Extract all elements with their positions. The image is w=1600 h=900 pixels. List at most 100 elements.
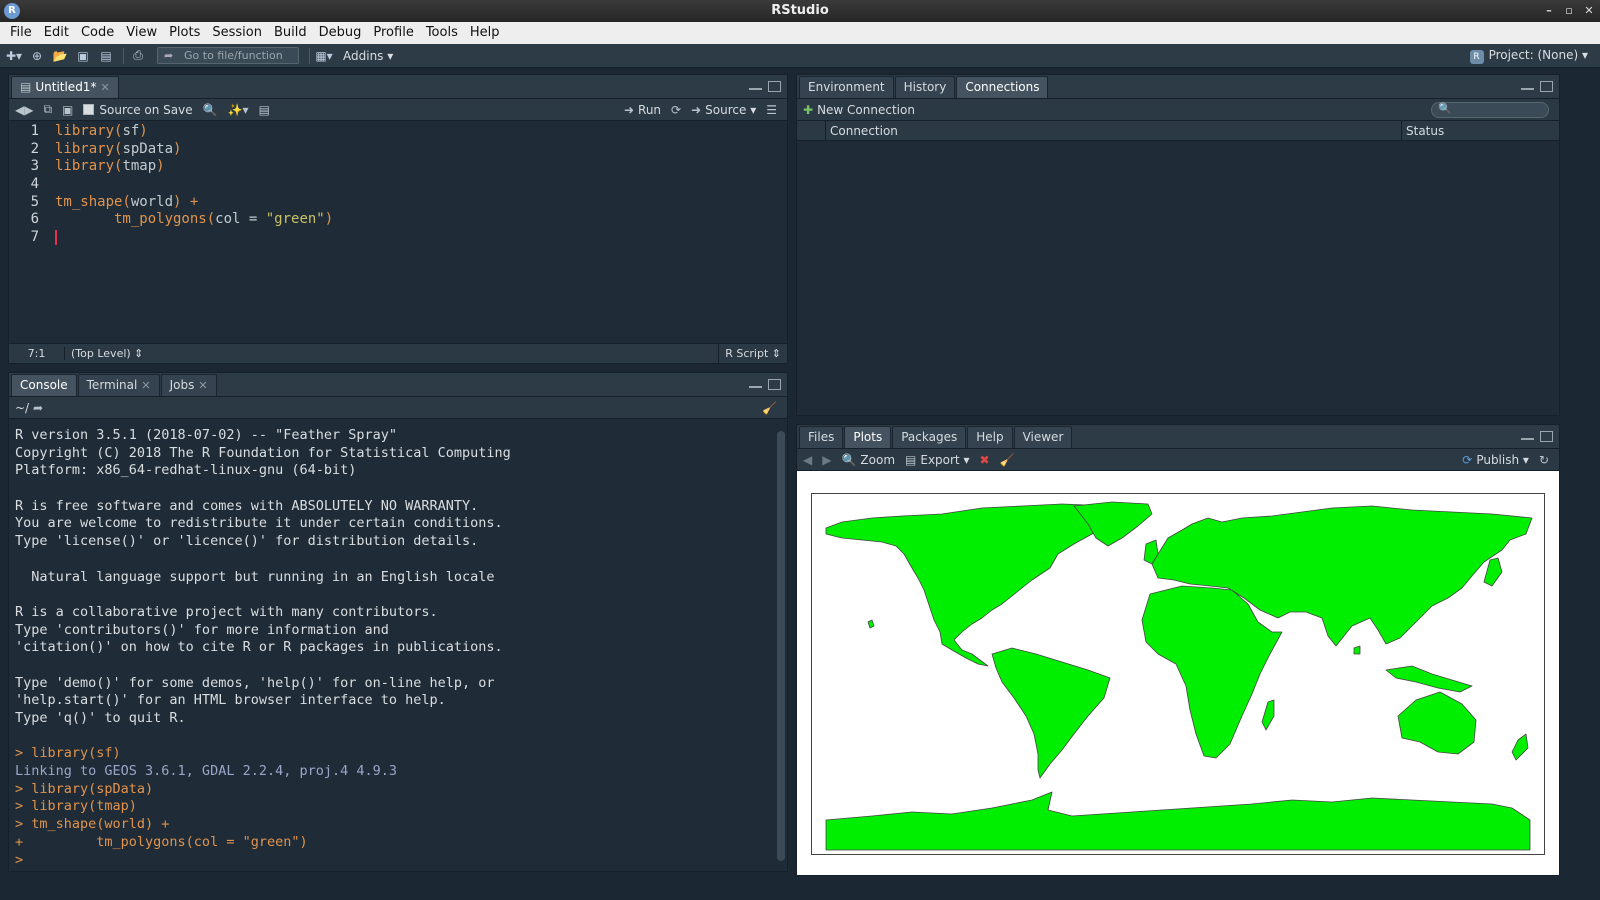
tab-plots[interactable]: Plots <box>844 426 892 448</box>
menu-plots[interactable]: Plots <box>163 22 206 44</box>
compile-report-icon[interactable]: ▤ <box>259 103 270 117</box>
tab-history[interactable]: History <box>894 76 956 98</box>
menu-code[interactable]: Code <box>75 22 120 44</box>
tab-console[interactable]: Console <box>11 374 77 396</box>
close-tab-icon[interactable]: ✕ <box>141 379 150 392</box>
console-output[interactable]: R version 3.5.1 (2018-07-02) -- "Feather… <box>9 419 773 871</box>
code-line[interactable]: 4 <box>9 176 787 194</box>
print-icon[interactable]: ⎙ <box>128 47 148 65</box>
clear-console-icon[interactable]: 🧹 <box>762 401 777 415</box>
minimize-pane-icon[interactable] <box>1521 431 1534 440</box>
code-line[interactable]: 3 library(tmap) <box>9 158 787 176</box>
new-file-icon[interactable]: ✚▾ <box>4 47 24 65</box>
previous-plot-icon[interactable]: ◀ <box>803 453 812 467</box>
connections-toolbar: ✚ New Connection 🔍 <box>797 99 1559 121</box>
open-file-icon[interactable]: 📂 <box>50 47 70 65</box>
addins-menu[interactable]: Addins ▾ <box>343 49 393 63</box>
scope-selector[interactable]: (Top Level) ⇕ <box>65 347 143 360</box>
console-command-line: + tm_polygons(col = "green") <box>15 833 308 850</box>
menu-profile[interactable]: Profile <box>367 22 419 44</box>
maximize-pane-icon[interactable] <box>1540 431 1553 442</box>
code-line[interactable]: 5 tm_shape(world) + <box>9 194 787 212</box>
source-on-save-checkbox[interactable]: Source on Save <box>83 103 193 117</box>
menu-session[interactable]: Session <box>206 22 268 44</box>
close-tab-icon[interactable]: ✕ <box>198 379 207 392</box>
tab-files[interactable]: Files <box>799 426 844 448</box>
run-button[interactable]: ➜ Run <box>624 103 661 117</box>
save-icon[interactable]: ▣ <box>73 47 93 65</box>
maximize-pane-icon[interactable] <box>768 81 781 92</box>
export-button[interactable]: ▤ Export ▾ <box>905 453 969 467</box>
minimize-pane-icon[interactable] <box>749 81 762 90</box>
console-output-line: Copyright (C) 2018 The R Foundation for … <box>15 444 511 461</box>
menu-file[interactable]: File <box>4 22 38 44</box>
refresh-plot-icon[interactable]: ↻ <box>1539 453 1549 467</box>
search-icon[interactable]: 🔍 <box>203 103 218 117</box>
code-line[interactable]: 7 <box>9 229 787 247</box>
code-line[interactable]: 1 library(sf) <box>9 123 787 141</box>
window-titlebar: R RStudio – ▫ ✕ <box>0 0 1600 22</box>
environment-pane: Environment History Connections ✚ New Con… <box>796 74 1560 416</box>
tab-packages[interactable]: Packages <box>892 426 967 448</box>
menu-tools[interactable]: Tools <box>420 22 464 44</box>
minimize-window-icon[interactable]: – <box>1540 0 1558 22</box>
next-plot-icon[interactable]: ▶ <box>822 453 831 467</box>
rerun-icon[interactable]: ⟳ <box>671 103 681 117</box>
back-icon[interactable]: ◀▶ <box>15 103 33 117</box>
save-all-icon[interactable]: ▤ <box>96 47 116 65</box>
files-tabbar: Files Plots Packages Help Viewer <box>797 425 1559 449</box>
close-tab-icon[interactable]: ✕ <box>100 81 109 94</box>
code-line[interactable]: 2 library(spData) <box>9 141 787 159</box>
goto-file-placeholder: Go to file/function <box>184 49 283 62</box>
menu-help[interactable]: Help <box>464 22 506 44</box>
minimize-pane-icon[interactable] <box>1521 81 1534 90</box>
column-connection[interactable]: Connection <box>825 121 1401 141</box>
tab-connections[interactable]: Connections <box>956 76 1049 98</box>
project-menu[interactable]: R Project: (None) ▾ <box>1469 48 1588 64</box>
menu-bar: File Edit Code View Plots Session Build … <box>0 22 1600 44</box>
menu-build[interactable]: Build <box>268 22 313 44</box>
goto-file-input[interactable]: ➦ Go to file/function <box>157 47 299 64</box>
clear-plots-icon[interactable]: 🧹 <box>1000 453 1015 467</box>
magic-wand-icon[interactable]: ✨▾ <box>228 103 249 117</box>
tab-untitled1[interactable]: ▤ Untitled1* ✕ <box>11 76 119 98</box>
remove-plot-icon[interactable]: ✖ <box>979 453 989 467</box>
filetype-selector[interactable]: R Script ⇕ <box>718 344 787 363</box>
console-output-line: Type 'contributors()' for more informati… <box>15 621 389 638</box>
maximize-pane-icon[interactable] <box>1540 81 1553 92</box>
tab-environment[interactable]: Environment <box>799 76 894 98</box>
publish-button[interactable]: ⟳ Publish ▾ <box>1462 453 1529 467</box>
code-function: library( <box>55 123 123 139</box>
new-project-icon[interactable]: ⊕ <box>27 47 47 65</box>
new-connection-button[interactable]: ✚ New Connection <box>803 103 915 117</box>
save-file-icon[interactable]: ▣ <box>62 103 73 117</box>
line-number: 3 <box>30 158 39 175</box>
minimize-pane-icon[interactable] <box>749 379 762 388</box>
console-scrollbar[interactable] <box>777 431 785 861</box>
show-in-window-icon[interactable]: ⧉ <box>43 102 52 117</box>
maximize-pane-icon[interactable] <box>768 379 781 390</box>
menu-edit[interactable]: Edit <box>38 22 75 44</box>
tab-terminal[interactable]: Terminal ✕ <box>77 374 160 396</box>
console-output-line: R is free software and comes with ABSOLU… <box>15 497 479 514</box>
outline-icon[interactable]: ☰ <box>766 103 777 117</box>
menu-view[interactable]: View <box>120 22 163 44</box>
source-button[interactable]: ➜ Source ▾ <box>691 103 756 117</box>
source-pane-controls <box>749 81 781 92</box>
zoom-button[interactable]: 🔍 Zoom <box>841 453 895 467</box>
working-directory[interactable]: ~/ ➦ <box>15 401 47 415</box>
tab-help[interactable]: Help <box>967 426 1013 448</box>
code-editor[interactable]: 1 library(sf) 2 library(spData) 3 library(tma… <box>9 121 787 343</box>
column-status[interactable]: Status <box>1401 121 1515 141</box>
connections-search-input[interactable]: 🔍 <box>1431 102 1549 118</box>
tab-jobs[interactable]: Jobs ✕ <box>160 374 217 396</box>
source-icon: ➜ <box>691 102 702 117</box>
maximize-window-icon[interactable]: ▫ <box>1560 0 1578 22</box>
menu-debug[interactable]: Debug <box>313 22 368 44</box>
pane-layout-icon[interactable]: ▦▾ <box>314 47 334 65</box>
map-hawaii <box>867 619 875 629</box>
close-window-icon[interactable]: ✕ <box>1580 0 1598 22</box>
export-label: Export <box>920 452 960 467</box>
code-line[interactable]: 6 tm_polygons(col = "green") <box>9 211 787 229</box>
tab-viewer[interactable]: Viewer <box>1013 426 1073 448</box>
